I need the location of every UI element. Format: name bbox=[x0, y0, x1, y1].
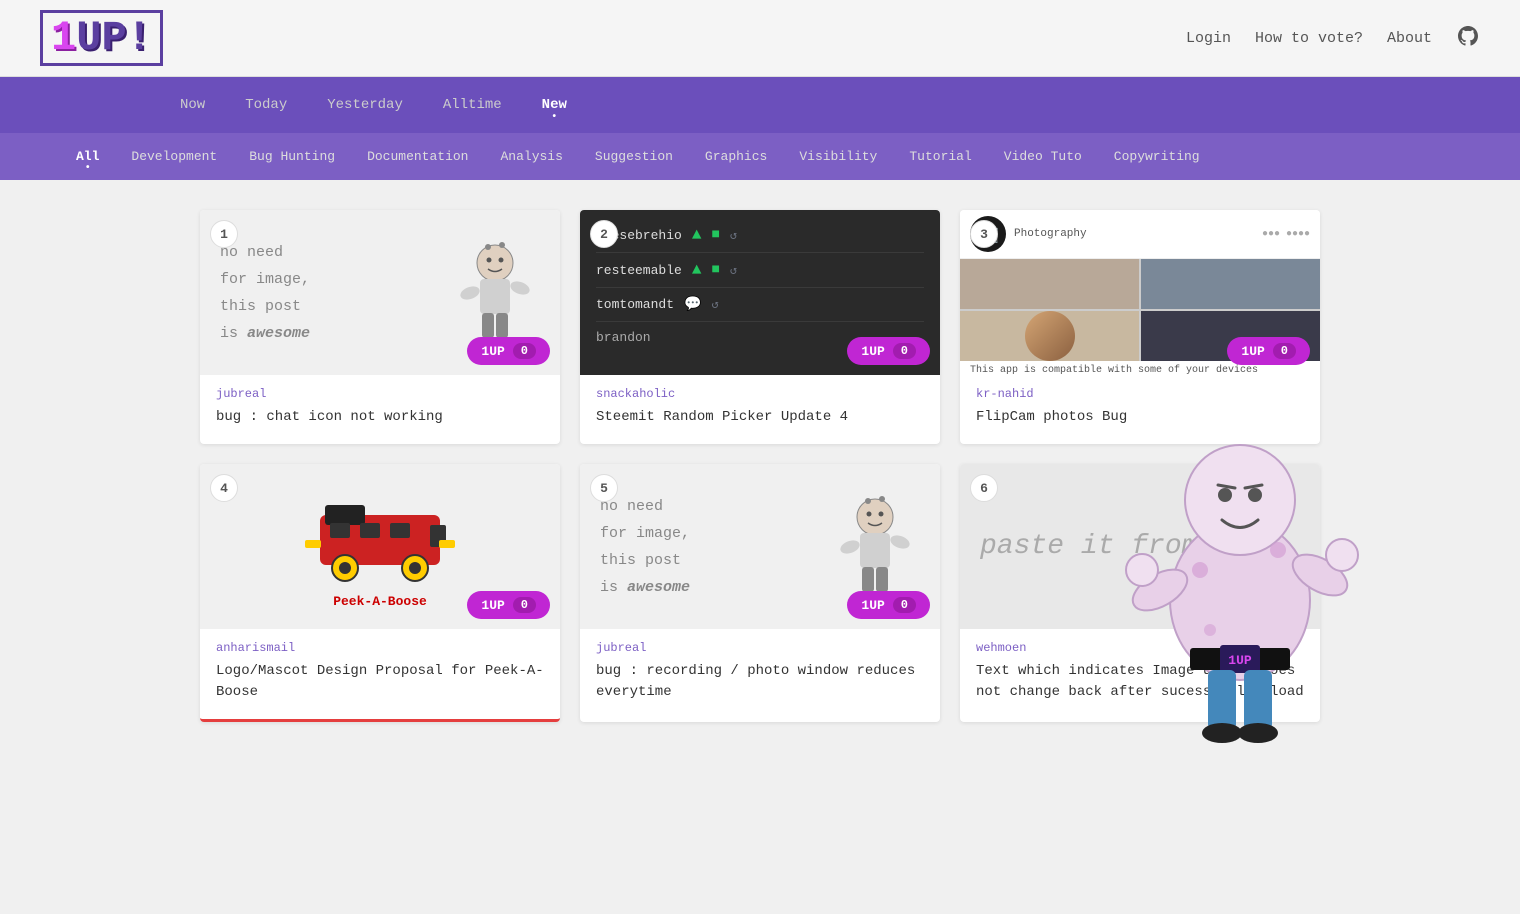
github-icon bbox=[1456, 24, 1480, 48]
logo-bang: ! bbox=[127, 17, 152, 59]
cat-analysis[interactable]: Analysis bbox=[484, 143, 578, 170]
card-2-number: 2 bbox=[590, 220, 618, 248]
train-label: Peek-A-Boose bbox=[300, 594, 460, 609]
train-illustration: Peek-A-Boose bbox=[300, 485, 460, 609]
card-grid: 1 no need for image, this post is awesom… bbox=[200, 210, 1320, 722]
cat-graphics[interactable]: Graphics bbox=[689, 143, 783, 170]
card-1-image: no need for image, this post is awesome bbox=[200, 210, 560, 375]
main-content: 1 no need for image, this post is awesom… bbox=[160, 180, 1360, 752]
card-4-body: anharismail Logo/Mascot Design Proposal … bbox=[200, 629, 560, 719]
card-6-number: 6 bbox=[970, 474, 998, 502]
card-6-body: wehmoen Text which indicates Image uploa… bbox=[960, 629, 1320, 719]
cat-all[interactable]: All bbox=[60, 143, 115, 170]
card-3-number: 3 bbox=[970, 220, 998, 248]
login-link[interactable]: Login bbox=[1186, 30, 1231, 47]
cat-visibility[interactable]: Visibility bbox=[783, 143, 893, 170]
time-now[interactable]: Now bbox=[160, 89, 225, 121]
card-2[interactable]: 2 reesebrehio ▲ ■ ↺ resteemable ▲ ■ ↺ bbox=[580, 210, 940, 444]
vote-btn-4[interactable]: 1UP 0 bbox=[467, 591, 550, 619]
time-today[interactable]: Today bbox=[225, 89, 307, 121]
card-6-author[interactable]: wehmoen bbox=[976, 641, 1304, 655]
cat-nav-bar: All Development Bug Hunting Documentatio… bbox=[0, 133, 1520, 180]
vote-btn-3[interactable]: 1UP 0 bbox=[1227, 337, 1310, 365]
vote-btn-1[interactable]: 1UP 0 bbox=[467, 337, 550, 365]
card-5-title: bug : recording / photo window reduces e… bbox=[596, 661, 924, 703]
card-1-body: jubreal bug : chat icon not working bbox=[200, 375, 560, 444]
card-4-number: 4 bbox=[210, 474, 238, 502]
mascot-small-1 bbox=[450, 233, 540, 353]
card-3[interactable]: 3 📷 Photography ●●● ●●●● bbox=[960, 210, 1320, 444]
card-5[interactable]: 5 no need for image, this post is awesom… bbox=[580, 464, 940, 722]
card-5-number: 5 bbox=[590, 474, 618, 502]
vote-btn-5[interactable]: 1UP 0 bbox=[847, 591, 930, 619]
card-4-title: Logo/Mascot Design Proposal for Peek-A-B… bbox=[216, 661, 544, 703]
card-4-image: Peek-A-Boose 1UP 0 bbox=[200, 464, 560, 629]
dark-row-3: tomtomandt 💬 ↺ bbox=[596, 296, 924, 322]
time-alltime[interactable]: Alltime bbox=[423, 89, 522, 121]
vote-count-1: 0 bbox=[513, 343, 536, 359]
card-4-author[interactable]: anharismail bbox=[216, 641, 544, 655]
vote-count-2: 0 bbox=[893, 343, 916, 359]
logo[interactable]: 1 U P ! bbox=[40, 10, 163, 66]
logo-u: U bbox=[76, 17, 101, 59]
card-2-body: snackaholic Steemit Random Picker Update… bbox=[580, 375, 940, 444]
card-2-image: reesebrehio ▲ ■ ↺ resteemable ▲ ■ ↺ tomt… bbox=[580, 210, 940, 375]
mascot-small-5 bbox=[830, 487, 920, 607]
dark-row-2: resteemable ▲ ■ ↺ bbox=[596, 261, 924, 288]
logo-1: 1 bbox=[51, 17, 76, 59]
time-nav: Now Today Yesterday Alltime New bbox=[40, 77, 1480, 133]
logo-p: P bbox=[101, 17, 126, 59]
cat-bug-hunting[interactable]: Bug Hunting bbox=[233, 143, 351, 170]
cat-video-tuto[interactable]: Video Tuto bbox=[988, 143, 1098, 170]
placeholder-text-5: no need for image, this post is awesome bbox=[600, 493, 690, 601]
github-link[interactable] bbox=[1456, 24, 1480, 53]
placeholder-text-1: no need for image, this post is awesome bbox=[220, 239, 310, 347]
vote-btn-6[interactable]: 1UP 0 bbox=[1227, 591, 1310, 619]
card-1-number: 1 bbox=[210, 220, 238, 248]
time-yesterday[interactable]: Yesterday bbox=[307, 89, 423, 121]
card-6-image: paste it from th 1UP 0 bbox=[960, 464, 1320, 629]
card-1-title: bug : chat icon not working bbox=[216, 407, 544, 428]
about-link[interactable]: About bbox=[1387, 30, 1432, 47]
card-5-body: jubreal bug : recording / photo window r… bbox=[580, 629, 940, 719]
card-1-author[interactable]: jubreal bbox=[216, 387, 544, 401]
cat-suggestion[interactable]: Suggestion bbox=[579, 143, 689, 170]
cat-copywriting[interactable]: Copywriting bbox=[1098, 143, 1216, 170]
card-2-title: Steemit Random Picker Update 4 bbox=[596, 407, 924, 428]
paste-text: paste it from th bbox=[980, 531, 1249, 562]
card-6-title: Text which indicates Image upload does n… bbox=[976, 661, 1304, 703]
card-3-title: FlipCam photos Bug bbox=[976, 407, 1304, 428]
card-2-author[interactable]: snackaholic bbox=[596, 387, 924, 401]
cat-nav: All Development Bug Hunting Documentatio… bbox=[40, 133, 1480, 180]
card-5-author[interactable]: jubreal bbox=[596, 641, 924, 655]
card-1[interactable]: 1 no need for image, this post is awesom… bbox=[200, 210, 560, 444]
train-svg bbox=[300, 485, 460, 585]
card-5-image: no need for image, this post is awesome bbox=[580, 464, 940, 629]
vote-count-3: 0 bbox=[1273, 343, 1296, 359]
screenshot-header: 📷 Photography ●●● ●●●● bbox=[960, 210, 1320, 259]
header: 1 U P ! Login How to vote? About bbox=[0, 0, 1520, 77]
how-to-vote-link[interactable]: How to vote? bbox=[1255, 30, 1363, 47]
cat-development[interactable]: Development bbox=[115, 143, 233, 170]
card-3-body: kr-nahid FlipCam photos Bug bbox=[960, 375, 1320, 444]
time-new[interactable]: New bbox=[522, 89, 587, 121]
time-nav-bar: Now Today Yesterday Alltime New bbox=[0, 77, 1520, 133]
card-3-author[interactable]: kr-nahid bbox=[976, 387, 1304, 401]
card-3-image: 📷 Photography ●●● ●●●● This app is comp bbox=[960, 210, 1320, 375]
dark-row-1: reesebrehio ▲ ■ ↺ bbox=[596, 226, 924, 253]
vote-count-4: 0 bbox=[513, 597, 536, 613]
vote-btn-2[interactable]: 1UP 0 bbox=[847, 337, 930, 365]
vote-count-6: 0 bbox=[1273, 597, 1296, 613]
vote-count-5: 0 bbox=[893, 597, 916, 613]
card-6[interactable]: 6 paste it from th 1UP 0 wehmoen Text wh… bbox=[960, 464, 1320, 722]
cat-documentation[interactable]: Documentation bbox=[351, 143, 484, 170]
header-nav: Login How to vote? About bbox=[1186, 24, 1480, 53]
card-4[interactable]: 4 bbox=[200, 464, 560, 722]
cat-tutorial[interactable]: Tutorial bbox=[893, 143, 987, 170]
